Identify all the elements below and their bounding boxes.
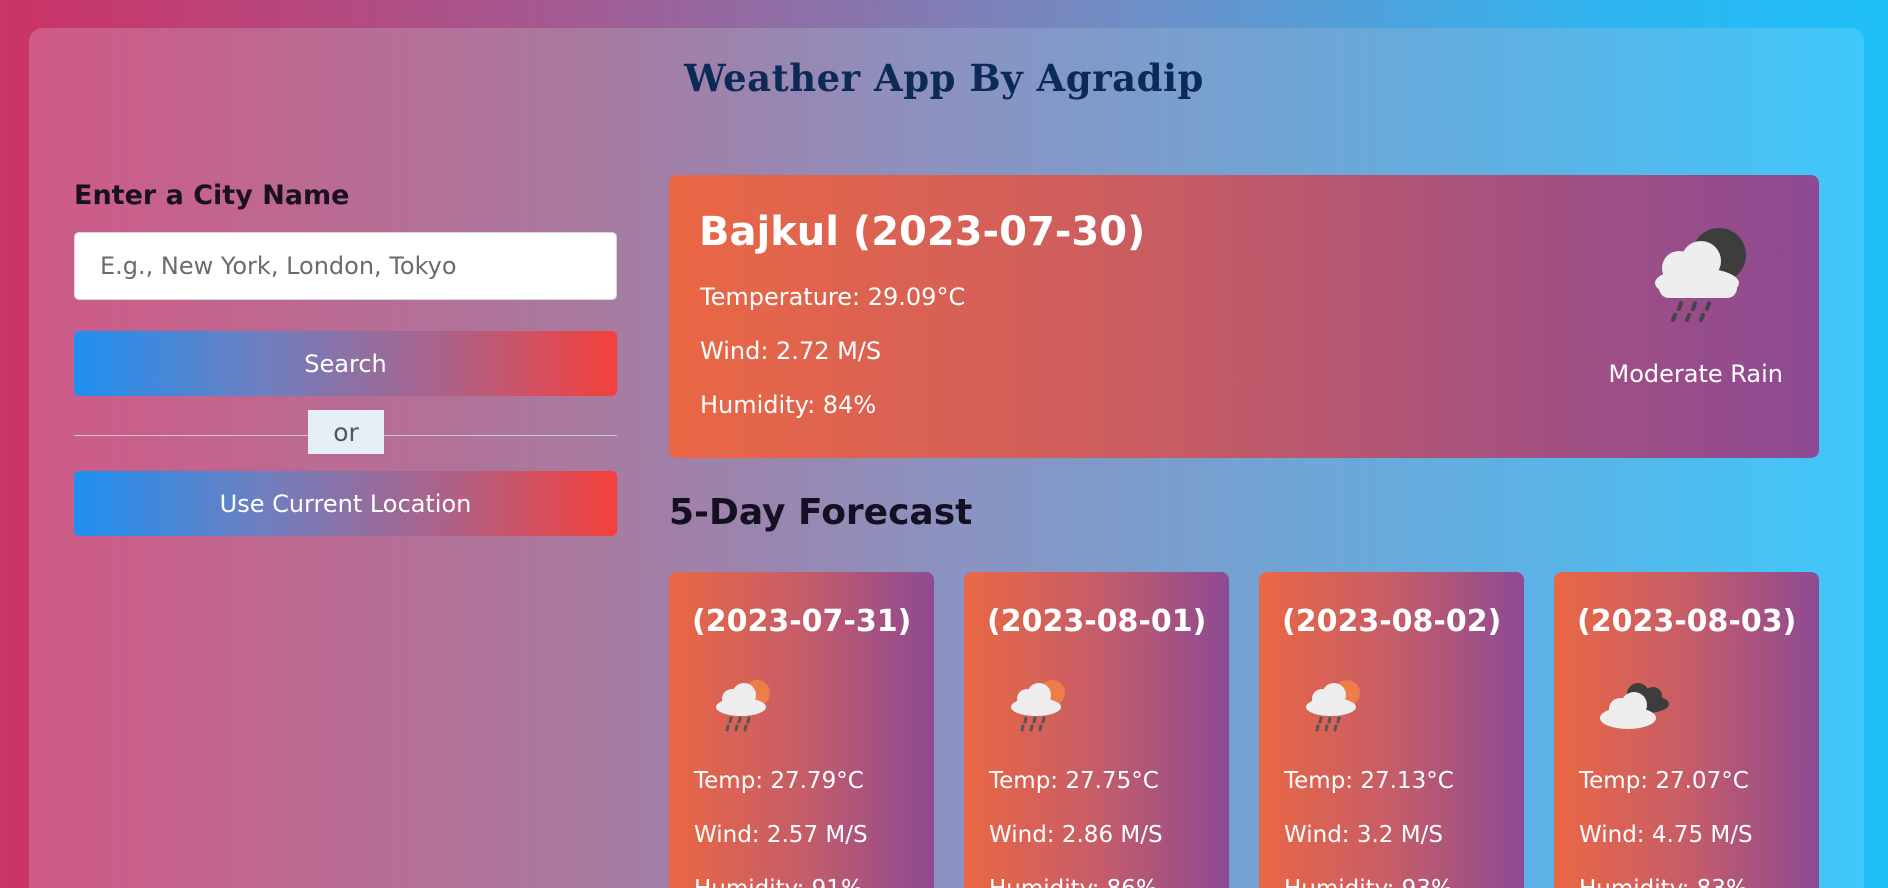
forecast-date: (2023-08-02) [1282,604,1502,639]
city-search-input[interactable] [74,232,617,300]
forecast-card: (2023-08-01) Temp: 27.75°C Wind: 2.86 M/… [964,572,1229,888]
rain-sun-cloud-icon [1306,680,1360,732]
forecast-humidity: Humidity: 91% [694,876,863,888]
search-button[interactable]: Search [74,331,617,396]
forecast-wind: Wind: 2.86 M/S [989,822,1163,848]
forecast-card: (2023-08-03) Temp: 27.07°C Wind: 4.75 M/… [1554,572,1819,888]
forecast-temp: Temp: 27.07°C [1579,768,1749,794]
forecast-humidity: Humidity: 86% [989,876,1158,888]
broken-clouds-icon [1600,683,1669,729]
forecast-wind: Wind: 2.57 M/S [694,822,868,848]
forecast-date: (2023-07-31) [692,604,912,639]
forecast-humidity: Humidity: 83% [1579,876,1748,888]
current-wind: Wind: 2.72 M/S [700,337,882,365]
forecast-card: (2023-08-02) Temp: 27.13°C Wind: 3.2 M/S… [1259,572,1524,888]
current-humidity: Humidity: 84% [700,391,877,419]
forecast-temp: Temp: 27.13°C [1284,768,1454,794]
current-temperature: Temperature: 29.09°C [700,283,966,311]
forecast-temp: Temp: 27.75°C [989,768,1159,794]
forecast-date: (2023-08-03) [1577,604,1797,639]
forecast-card: (2023-07-31) Temp: 27.79°C Wind: 2.57 M/… [669,572,934,888]
app-title: Weather App By Agradip [684,56,1204,100]
rain-sun-cloud-icon [716,680,770,732]
city-input-label: Enter a City Name [74,180,350,211]
current-weather-card: Bajkul (2023-07-30) Temperature: 29.09°C… [669,175,1819,458]
forecast-date: (2023-08-01) [987,604,1207,639]
forecast-humidity: Humidity: 93% [1284,876,1453,888]
rain-sun-cloud-icon [1011,680,1065,732]
use-current-location-button[interactable]: Use Current Location [74,471,617,536]
current-weather-description: Moderate Rain [1608,360,1783,388]
or-separator: or [74,396,617,474]
or-label: or [308,410,384,454]
rain-night-cloud-icon [1655,228,1746,322]
forecast-wind: Wind: 4.75 M/S [1579,822,1753,848]
current-city-title: Bajkul (2023-07-30) [699,209,1146,255]
search-panel: Enter a City Name Search or Use Current … [74,176,617,536]
forecast-title: 5-Day Forecast [669,492,973,533]
forecast-temp: Temp: 27.79°C [694,768,864,794]
forecast-wind: Wind: 3.2 M/S [1284,822,1443,848]
